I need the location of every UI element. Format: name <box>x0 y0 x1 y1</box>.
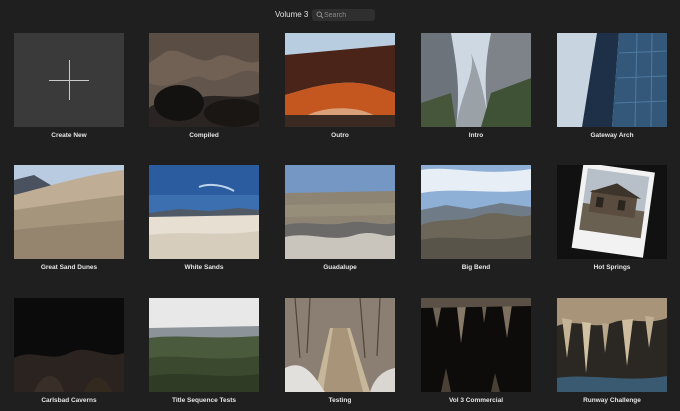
project-tile[interactable]: Title Sequence Tests <box>149 298 259 408</box>
project-tile[interactable]: Vol 3 Commercial <box>421 298 531 408</box>
project-thumbnail[interactable] <box>557 33 667 127</box>
project-tile[interactable]: Carlsbad Caverns <box>14 298 124 408</box>
project-thumbnail[interactable] <box>285 298 395 392</box>
project-tile[interactable]: Guadalupe <box>285 165 395 275</box>
project-tile[interactable]: Testing <box>285 298 395 408</box>
project-thumbnail[interactable] <box>149 33 259 127</box>
project-thumbnail[interactable] <box>149 298 259 392</box>
project-tile[interactable]: Outro <box>285 33 395 143</box>
plus-icon <box>49 60 89 100</box>
project-thumbnail[interactable] <box>285 33 395 127</box>
project-title: Guadalupe <box>323 264 357 271</box>
project-thumbnail[interactable] <box>421 298 531 392</box>
project-tile[interactable]: Intro <box>421 33 531 143</box>
project-thumbnail[interactable] <box>14 298 124 392</box>
project-thumbnail[interactable] <box>285 165 395 259</box>
project-tile[interactable]: Runway Challenge <box>557 298 667 408</box>
project-title: Great Sand Dunes <box>40 264 98 271</box>
project-title: Gateway Arch <box>590 132 634 139</box>
project-title: Title Sequence Tests <box>171 397 237 404</box>
project-tile[interactable]: Big Bend <box>421 165 531 275</box>
project-title: Big Bend <box>461 264 491 271</box>
project-thumbnail[interactable] <box>421 165 531 259</box>
project-tile[interactable]: Great Sand Dunes <box>14 165 124 275</box>
project-title: Runway Challenge <box>583 397 641 404</box>
create-new-tile[interactable]: Create New <box>14 33 124 143</box>
create-new-label: Create New <box>51 132 87 139</box>
project-title: Outro <box>331 132 349 139</box>
project-grid: Create New Compiled Outro Intro Gateway … <box>0 0 680 411</box>
project-thumbnail[interactable] <box>14 165 124 259</box>
project-title: Compiled <box>189 132 219 139</box>
project-thumbnail[interactable] <box>421 33 531 127</box>
project-title: Vol 3 Commercial <box>448 397 504 404</box>
project-title: Testing <box>328 397 352 404</box>
project-tile[interactable]: White Sands <box>149 165 259 275</box>
project-thumbnail[interactable] <box>557 165 667 259</box>
project-thumbnail[interactable] <box>557 298 667 392</box>
project-tile[interactable]: Compiled <box>149 33 259 143</box>
project-title: Carlsbad Caverns <box>41 397 97 404</box>
project-title: Hot Springs <box>593 264 631 271</box>
project-tile[interactable]: Hot Springs <box>557 165 667 275</box>
project-thumbnail[interactable] <box>149 165 259 259</box>
project-tile[interactable]: Gateway Arch <box>557 33 667 143</box>
create-new-thumbnail[interactable] <box>14 33 124 127</box>
project-title: White Sands <box>184 264 224 271</box>
project-title: Intro <box>468 132 484 139</box>
